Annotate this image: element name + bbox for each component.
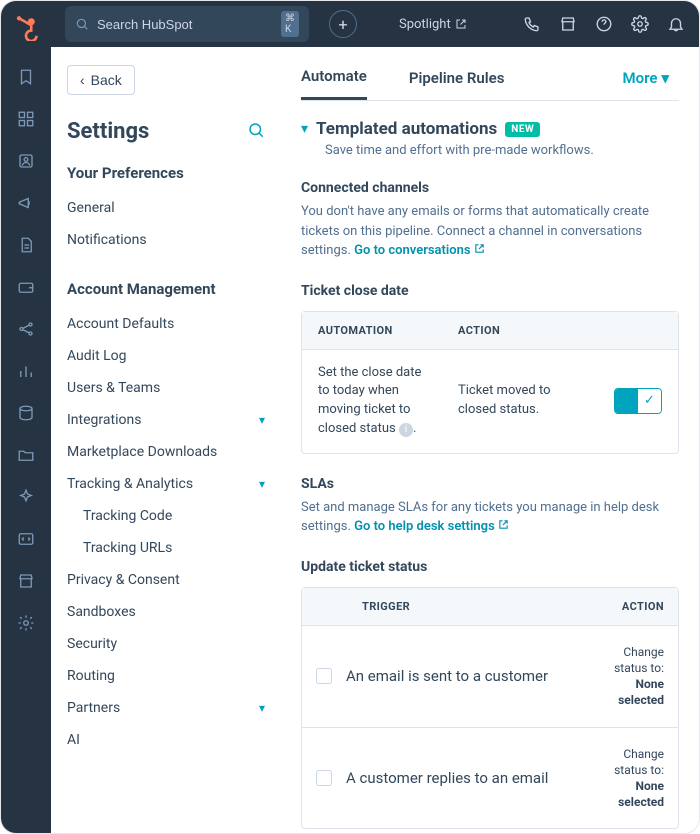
slas-heading: SLAs bbox=[301, 476, 679, 492]
acct-heading: Account Management bbox=[67, 280, 265, 298]
chart-icon[interactable] bbox=[16, 361, 36, 381]
nav-security[interactable]: Security bbox=[67, 628, 265, 660]
table-row: A customer replies to an email Change st… bbox=[302, 727, 678, 829]
slas-desc: Set and manage SLAs for any tickets you … bbox=[301, 498, 679, 537]
th-action: Action bbox=[442, 312, 678, 349]
action-text: Change status to:None selected bbox=[588, 644, 678, 709]
document-icon[interactable] bbox=[16, 235, 36, 255]
tab-pipeline-rules[interactable]: Pipeline Rules bbox=[409, 63, 505, 99]
grid-icon[interactable] bbox=[16, 109, 36, 129]
action-text: Change status to:None selected bbox=[588, 746, 678, 811]
nav-users-teams[interactable]: Users & Teams bbox=[67, 372, 265, 404]
tab-automate[interactable]: Automate bbox=[301, 61, 367, 100]
nav-marketplace[interactable]: Marketplace Downloads bbox=[67, 436, 265, 468]
store-icon[interactable] bbox=[16, 571, 36, 591]
tabs: Automate Pipeline Rules More ▾ bbox=[301, 61, 679, 101]
nav-privacy[interactable]: Privacy & Consent bbox=[67, 564, 265, 596]
nav-integrations[interactable]: Integrations▾ bbox=[67, 404, 265, 436]
go-to-helpdesk-link[interactable]: Go to help desk settings bbox=[354, 519, 509, 534]
pref-heading: Your Preferences bbox=[67, 164, 265, 182]
nav-general[interactable]: General bbox=[67, 192, 265, 224]
share-icon[interactable] bbox=[16, 319, 36, 339]
search-input[interactable] bbox=[97, 17, 273, 32]
marketplace-icon[interactable] bbox=[559, 15, 577, 33]
trigger-text: A customer replies to an email bbox=[346, 769, 588, 787]
nav-routing[interactable]: Routing bbox=[67, 660, 265, 692]
contact-icon[interactable] bbox=[16, 151, 36, 171]
search-icon bbox=[75, 17, 89, 31]
folder-icon[interactable] bbox=[16, 445, 36, 465]
chevron-down-icon: ▾ bbox=[259, 477, 265, 491]
nav-ai[interactable]: AI bbox=[67, 724, 265, 756]
tab-more[interactable]: More ▾ bbox=[623, 63, 669, 99]
phone-icon[interactable] bbox=[523, 15, 541, 33]
table-row: Set the close date to today when moving … bbox=[302, 350, 678, 453]
trigger-text: An email is sent to a customer bbox=[346, 667, 588, 685]
chevron-down-icon: ▾ bbox=[259, 413, 265, 427]
chevron-down-icon[interactable]: ▾ bbox=[301, 121, 308, 137]
main-panel: Automate Pipeline Rules More ▾ ▾ Templat… bbox=[281, 47, 699, 833]
nav-tracking-urls[interactable]: Tracking URLs bbox=[67, 532, 265, 564]
search-kbd: ⌘ K bbox=[281, 11, 299, 37]
back-button[interactable]: ‹ Back bbox=[67, 65, 135, 95]
connected-desc: You don't have any emails or forms that … bbox=[301, 202, 679, 261]
nav-partners[interactable]: Partners▾ bbox=[67, 692, 265, 724]
trigger-checkbox[interactable] bbox=[316, 770, 332, 786]
hubspot-logo[interactable] bbox=[12, 13, 40, 45]
megaphone-icon[interactable] bbox=[16, 193, 36, 213]
bookmark-icon[interactable] bbox=[16, 67, 36, 87]
close-date-toggle[interactable]: ✓ bbox=[614, 388, 662, 414]
connected-heading: Connected channels bbox=[301, 180, 679, 196]
help-icon[interactable] bbox=[595, 15, 613, 33]
trigger-checkbox[interactable] bbox=[316, 668, 332, 684]
close-date-table: Automation Action Set the close date to … bbox=[301, 311, 679, 454]
templated-sub: Save time and effort with pre-made workf… bbox=[325, 143, 679, 158]
nav-account-defaults[interactable]: Account Defaults bbox=[67, 308, 265, 340]
update-status-heading: Update ticket status bbox=[301, 559, 679, 575]
bell-icon[interactable] bbox=[667, 15, 685, 33]
sparkle-icon[interactable] bbox=[16, 487, 36, 507]
td-action: Ticket moved to closed status. bbox=[442, 368, 598, 434]
settings-nav: ‹ Back Settings Your Preferences General… bbox=[51, 47, 281, 833]
create-button[interactable]: + bbox=[329, 10, 357, 38]
go-to-conversations-link[interactable]: Go to conversations bbox=[354, 243, 485, 258]
td-automation: Set the close date to today when moving … bbox=[302, 350, 442, 453]
spotlight-link[interactable]: Spotlight bbox=[399, 17, 467, 32]
update-status-table: Trigger Action An email is sent to a cus… bbox=[301, 587, 679, 830]
table-row: An email is sent to a customer Change st… bbox=[302, 626, 678, 727]
code-icon[interactable] bbox=[16, 529, 36, 549]
th-action2: Action bbox=[588, 588, 678, 625]
nav-tracking[interactable]: Tracking & Analytics▾ bbox=[67, 468, 265, 500]
nav-sandboxes[interactable]: Sandboxes bbox=[67, 596, 265, 628]
global-sidebar bbox=[1, 1, 51, 833]
settings-icon[interactable] bbox=[631, 15, 649, 33]
settings-search-icon[interactable] bbox=[247, 121, 265, 143]
chevron-down-icon: ▾ bbox=[259, 701, 265, 715]
close-date-heading: Ticket close date bbox=[301, 283, 679, 299]
page-title: Settings bbox=[67, 119, 149, 144]
new-badge: NEW bbox=[505, 122, 540, 137]
templated-heading: Templated automations bbox=[316, 119, 497, 139]
global-search[interactable]: ⌘ K bbox=[65, 6, 309, 42]
info-icon[interactable]: i bbox=[399, 423, 413, 437]
wallet-icon[interactable] bbox=[16, 277, 36, 297]
th-trigger: Trigger bbox=[346, 588, 588, 625]
th-automation: Automation bbox=[302, 312, 442, 349]
topbar: ⌘ K + Spotlight bbox=[51, 1, 699, 47]
nav-tracking-code[interactable]: Tracking Code bbox=[67, 500, 265, 532]
gear-icon[interactable] bbox=[16, 613, 36, 633]
nav-notifications[interactable]: Notifications bbox=[67, 224, 265, 256]
nav-audit-log[interactable]: Audit Log bbox=[67, 340, 265, 372]
database-icon[interactable] bbox=[16, 403, 36, 423]
